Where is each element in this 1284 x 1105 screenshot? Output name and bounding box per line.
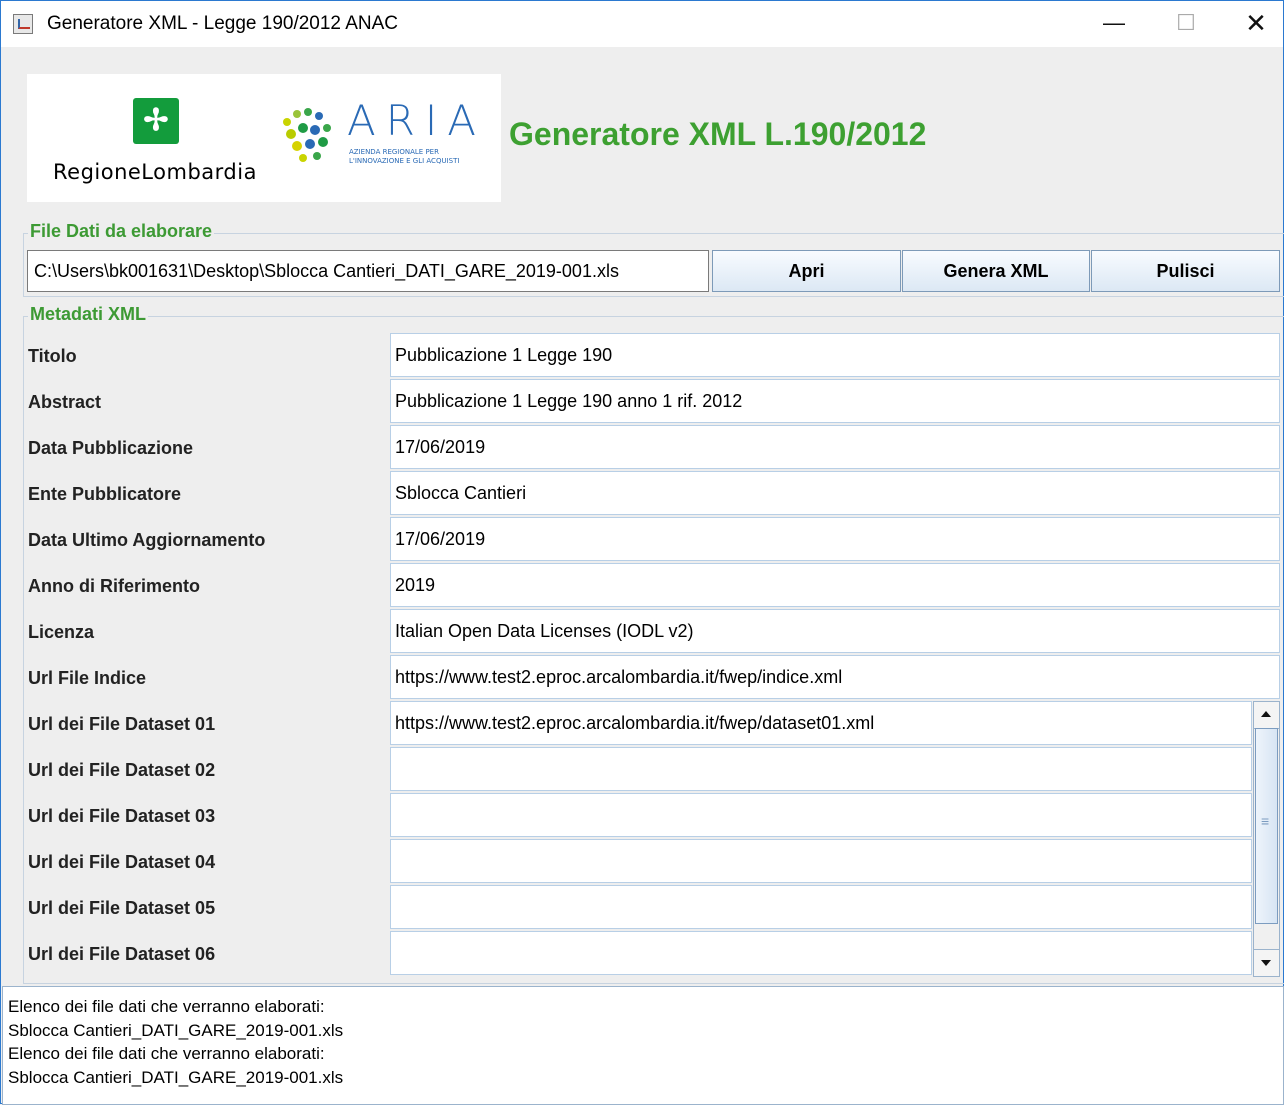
close-button[interactable]: ✕	[1226, 1, 1284, 47]
label-dataset-05: Url dei File Dataset 05	[28, 898, 216, 918]
field-abstract[interactable]: Pubblicazione 1 Legge 190 anno 1 rif. 20…	[390, 379, 1280, 423]
maximize-button[interactable]: ☐	[1156, 1, 1216, 47]
label-dataset-06: Url dei File Dataset 06	[28, 944, 216, 964]
label-dataset-04: Url dei File Dataset 04	[28, 852, 216, 872]
label-dataset-01: Url dei File Dataset 01	[28, 714, 216, 734]
label-data-ultimo-aggiornamento: Data Ultimo Aggiornamento	[28, 530, 266, 550]
window-title: Generatore XML - Legge 190/2012 ANAC	[47, 13, 399, 34]
scroll-thumb[interactable]	[1255, 728, 1278, 924]
aria-logo-subtitle-2: L'INNOVAZIONE E GLI ACQUISTI	[349, 157, 460, 165]
open-button[interactable]: Apri	[712, 250, 901, 292]
log-line: Sblocca Cantieri_DATI_GARE_2019-001.xls	[8, 1020, 344, 1040]
label-dataset-03: Url dei File Dataset 03	[28, 806, 216, 826]
label-anno-riferimento: Anno di Riferimento	[28, 576, 200, 596]
logo-panel: ✢ RegioneLombardia ARIA AZIENDA REGIONAL…	[27, 74, 501, 202]
field-dataset-03[interactable]	[390, 793, 1252, 837]
file-data-group-title: File Dati da elaborare	[28, 221, 215, 242]
app-title: Generatore XML L.190/2012	[509, 116, 927, 152]
log-line: Sblocca Cantieri_DATI_GARE_2019-001.xls	[8, 1067, 344, 1087]
field-dataset-05[interactable]	[390, 885, 1252, 929]
field-data-ultimo-aggiornamento[interactable]: 17/06/2019	[390, 517, 1280, 561]
field-url-file-indice[interactable]: https://www.test2.eproc.arcalombardia.it…	[390, 655, 1280, 699]
scroll-down-arrow-icon[interactable]	[1254, 949, 1279, 976]
field-dataset-04[interactable]	[390, 839, 1252, 883]
generate-xml-button[interactable]: Genera XML	[902, 250, 1090, 292]
app-window: Generatore XML - Legge 190/2012 ANAC — ☐…	[0, 0, 1284, 1105]
field-titolo[interactable]: Pubblicazione 1 Legge 190	[390, 333, 1280, 377]
field-licenza[interactable]: Italian Open Data Licenses (IODL v2)	[390, 609, 1280, 653]
label-dataset-02: Url dei File Dataset 02	[28, 760, 216, 780]
regione-lombardia-logo-mark: ✢	[133, 98, 179, 144]
file-path-field[interactable]: C:\Users\bk001631\Desktop\Sblocca Cantie…	[27, 250, 709, 292]
aria-logo-dots-icon	[283, 108, 331, 162]
datasets-scrollbar[interactable]	[1253, 701, 1280, 977]
field-dataset-01[interactable]: https://www.test2.eproc.arcalombardia.it…	[390, 701, 1252, 745]
label-titolo: Titolo	[28, 346, 77, 366]
xml-metadata-group-title: Metadati XML	[28, 304, 149, 325]
label-abstract: Abstract	[28, 392, 102, 412]
label-licenza: Licenza	[28, 622, 95, 642]
regione-lombardia-logo-text: RegioneLombardia	[53, 160, 257, 184]
label-data-pubblicazione: Data Pubblicazione	[28, 438, 194, 458]
field-dataset-06[interactable]	[390, 931, 1252, 975]
field-anno-riferimento[interactable]: 2019	[390, 563, 1280, 607]
log-line: Elenco dei file dati che verranno elabor…	[8, 997, 325, 1016]
label-url-file-indice: Url File Indice	[28, 668, 147, 688]
log-output-area[interactable]: Elenco dei file dati che verranno elabor…	[2, 986, 1284, 1105]
field-ente-pubblicatore[interactable]: Sblocca Cantieri	[390, 471, 1280, 515]
clear-button[interactable]: Pulisci	[1091, 250, 1280, 292]
label-ente-pubblicatore: Ente Pubblicatore	[28, 484, 182, 504]
field-dataset-02[interactable]	[390, 747, 1252, 791]
title-bar[interactable]: Generatore XML - Legge 190/2012 ANAC — ☐…	[1, 1, 1283, 47]
field-data-pubblicazione[interactable]: 17/06/2019	[390, 425, 1280, 469]
log-line: Elenco dei file dati che verranno elabor…	[8, 1044, 325, 1063]
minimize-button[interactable]: —	[1084, 1, 1144, 47]
aria-logo-subtitle-1: AZIENDA REGIONALE PER	[349, 148, 439, 156]
aria-logo-text: ARIA	[347, 96, 487, 145]
java-app-icon	[13, 14, 33, 34]
scroll-up-arrow-icon[interactable]	[1254, 702, 1279, 729]
